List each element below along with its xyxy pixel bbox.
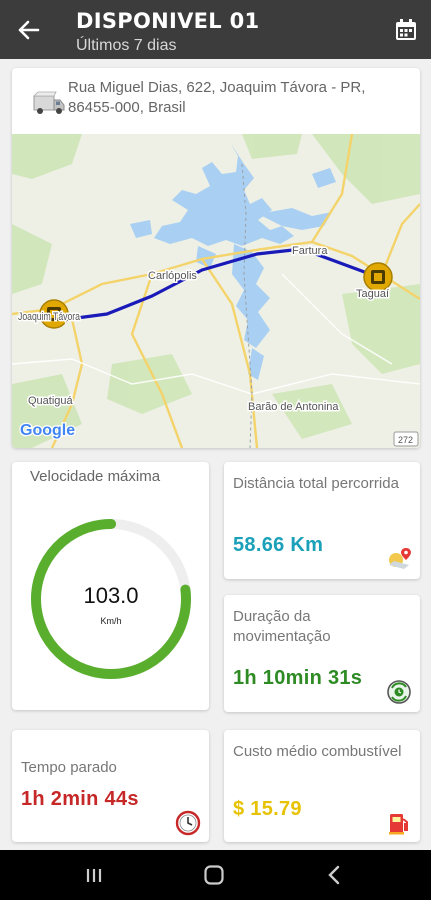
stopped-time-card: Tempo parado 1h 2min 44s <box>12 730 209 842</box>
back-chevron-icon[interactable] <box>320 862 350 888</box>
distance-value: 58.66 Km <box>233 534 324 556</box>
app-bar: DISPONIVEL 01 Últimos 7 dias <box>0 0 431 59</box>
map-label-quatigua: Quatiguá <box>28 395 74 407</box>
map-label-carlopolis: Carlópolis <box>148 270 197 282</box>
map-label-joaquim-tavora: Joaquim Távora <box>18 311 81 323</box>
distance-label: Distância total percorrida <box>233 475 399 492</box>
stopped-time-label: Tempo parado <box>21 759 117 776</box>
system-nav-bar <box>0 850 431 900</box>
fuel-cost-value: $ 15.79 <box>233 798 302 820</box>
recents-icon[interactable] <box>79 862 109 888</box>
max-speed-card: Velocidade máxima 103.0 Km/h <box>12 462 209 710</box>
road-shield-272: 272 <box>398 435 413 445</box>
duration-card: Duração da movimentação 1h 10min 31s <box>224 595 420 712</box>
speed-gauge: 103.0 Km/h <box>26 514 196 684</box>
fuel-cost-card: Custo médio combustível $ 15.79 <box>224 730 420 842</box>
stopwatch-icon <box>175 810 201 836</box>
max-speed-label: Velocidade máxima <box>30 468 161 485</box>
map-label-taguai: Taguaí <box>356 288 389 300</box>
truck-icon <box>32 86 66 116</box>
end-marker[interactable] <box>363 262 393 292</box>
map-pin-icon <box>386 546 412 572</box>
calendar-icon[interactable] <box>394 18 418 42</box>
address-text: Rua Miguel Dias, 622, Joaquim Távora - P… <box>68 79 366 116</box>
arrow-left-icon[interactable] <box>14 16 44 44</box>
fuel-cost-label: Custo médio combustível <box>233 743 402 760</box>
cycle-timer-icon <box>386 679 412 705</box>
duration-label: Duração da movimentação <box>233 608 331 645</box>
page-title: DISPONIVEL 01 <box>76 9 260 33</box>
max-speed-value: 103.0 <box>83 583 138 608</box>
max-speed-unit: Km/h <box>100 616 121 626</box>
home-icon[interactable] <box>199 862 229 888</box>
route-map[interactable]: Carlópolis Fartura Taguaí Quatiguá Barão… <box>12 133 420 448</box>
address-row: Rua Miguel Dias, 622, Joaquim Távora - P… <box>12 68 420 134</box>
stopped-time-value: 1h 2min 44s <box>21 788 139 810</box>
fuel-pump-icon <box>386 810 412 836</box>
duration-value: 1h 10min 31s <box>233 667 363 689</box>
map-label-fartura: Fartura <box>292 245 328 257</box>
map-label-barao: Barão de Antonina <box>248 401 339 413</box>
location-card: Rua Miguel Dias, 622, Joaquim Távora - P… <box>12 68 420 448</box>
distance-card: Distância total percorrida 58.66 Km <box>224 462 420 579</box>
google-logo: Google <box>20 422 75 439</box>
page-subtitle: Últimos 7 dias <box>76 37 177 54</box>
